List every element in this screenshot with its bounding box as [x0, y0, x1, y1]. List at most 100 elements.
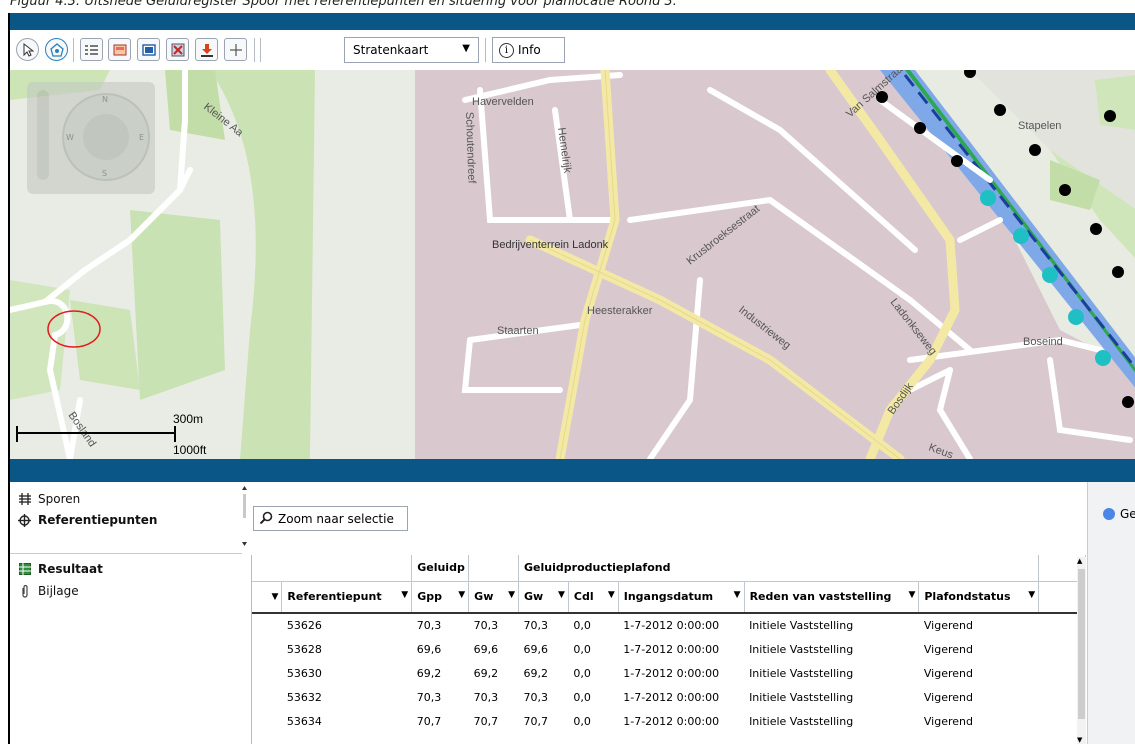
map-type-value: Stratenkaart — [353, 43, 429, 57]
chevron-down-icon: ▼ — [462, 43, 470, 54]
map-point[interactable] — [951, 155, 963, 167]
map-point[interactable] — [1112, 266, 1124, 278]
scroll-thumb[interactable] — [1078, 569, 1085, 719]
map-label-bedrijventerrein: Bedrijventerrein Ladonk — [492, 239, 609, 251]
column-header-referentiepunt[interactable]: Referentiepunt ▼ — [281, 581, 413, 614]
table-row[interactable]: 53634 70,7 70,7 70,7 0,0 1-7-2012 0:00:00 Init… — [252, 709, 1086, 733]
track-icon — [18, 493, 31, 506]
map-layers-icon[interactable] — [108, 38, 131, 61]
table-scrollbar[interactable]: ▲ ▼ — [1077, 557, 1086, 744]
tab-bijlage-label: Bijlage — [38, 584, 79, 598]
crosshair-icon — [18, 513, 31, 527]
tab-resultaat[interactable]: Resultaat — [18, 562, 103, 576]
svg-text:S: S — [102, 169, 107, 178]
results-table-container: Geluidp Geluidproductieplafond ▼ Referen… — [251, 555, 1086, 744]
svg-text:E: E — [139, 133, 144, 142]
map-label-schoutendreef: Schoutendreef — [463, 112, 478, 185]
svg-text:W: W — [66, 133, 74, 142]
filter-icon[interactable]: ▼ — [458, 590, 465, 600]
column-header-gw-plafond[interactable]: Gw ▼ — [518, 581, 569, 614]
info-label: Info — [518, 43, 541, 57]
column-header-cdl[interactable]: Cdl ▼ — [568, 581, 619, 614]
map-point[interactable] — [914, 122, 926, 134]
layer-item-sporen[interactable]: Sporen — [18, 492, 80, 506]
geluidregister-window: Stratenkaart ▼ i Info Havervelden Schout… — [8, 13, 1135, 744]
filter-icon[interactable]: ▼ — [608, 590, 615, 600]
identify-icon[interactable] — [45, 38, 68, 61]
filter-icon[interactable]: ▼ — [908, 590, 915, 600]
legend-dot-icon — [1103, 508, 1115, 520]
toolbar-separator — [260, 38, 261, 62]
measure-icon[interactable] — [224, 38, 247, 61]
reference-point[interactable] — [1042, 267, 1058, 283]
scroll-up-icon[interactable]: ▲ — [1077, 557, 1082, 565]
table-row[interactable]: 53632 70,3 70,3 70,3 0,0 1-7-2012 0:00:00 Init… — [252, 685, 1086, 709]
table-group-header-row: Geluidp Geluidproductieplafond — [252, 555, 1086, 582]
layer-list-scrollbar[interactable] — [242, 482, 247, 552]
map-point[interactable] — [1122, 396, 1134, 408]
svg-text:N: N — [102, 95, 108, 104]
info-button[interactable]: i Info — [492, 37, 565, 63]
column-header-reden[interactable]: Reden van vaststelling ▼ — [744, 581, 920, 614]
table-row[interactable]: 53630 69,2 69,2 69,2 0,0 1-7-2012 0:00:00 Init… — [252, 661, 1086, 685]
results-panel: Sporen Referentiepunten Resultaat Bijlag… — [10, 482, 1135, 744]
map-point[interactable] — [876, 91, 888, 103]
map-point[interactable] — [1090, 223, 1102, 235]
map-label-staarten: Staarten — [497, 325, 539, 337]
scroll-down-icon[interactable]: ▼ — [1077, 736, 1082, 744]
title-bar — [10, 13, 1135, 30]
toolbar-separator — [73, 38, 74, 62]
group-header-blank — [468, 555, 520, 582]
map-point[interactable] — [994, 104, 1006, 116]
layer-list: Sporen Referentiepunten Resultaat Bijlag… — [10, 482, 247, 744]
column-header-plafondstatus[interactable]: Plafondstatus ▼ — [918, 581, 1040, 614]
toolbar-separator — [254, 38, 255, 62]
map-point[interactable] — [1029, 144, 1041, 156]
reference-point[interactable] — [980, 190, 996, 206]
reference-point[interactable] — [1013, 228, 1029, 244]
layer-list-divider — [10, 553, 242, 554]
zoom-to-selection-button[interactable]: Zoom naar selectie — [253, 506, 408, 531]
tab-resultaat-label: Resultaat — [38, 562, 103, 576]
window-icon[interactable] — [137, 38, 160, 61]
map-point[interactable] — [1059, 184, 1071, 196]
column-header-ingangsdatum[interactable]: Ingangsdatum ▼ — [618, 581, 745, 614]
download-icon[interactable] — [195, 38, 218, 61]
map-type-select[interactable]: Stratenkaart ▼ — [344, 37, 479, 63]
filter-icon[interactable]: ▼ — [1028, 590, 1035, 600]
table-header-row: ▼ Referentiepunt ▼ Gpp ▼ Gw ▼ Gw ▼ Cdl ▼ Inga… — [252, 581, 1086, 614]
filter-icon[interactable]: ▼ — [508, 590, 515, 600]
scale-metric-label: 300m — [173, 412, 203, 426]
filter-icon[interactable]: ▼ — [271, 592, 278, 602]
filter-icon[interactable]: ▼ — [401, 590, 408, 600]
map-label-stapelen: Stapelen — [1018, 120, 1061, 132]
filter-icon[interactable]: ▼ — [734, 590, 741, 600]
cursor-icon[interactable] — [16, 38, 39, 61]
toolbar: Stratenkaart ▼ i Info — [10, 30, 1135, 70]
reference-point[interactable] — [1068, 309, 1084, 325]
group-header-blank — [252, 555, 413, 582]
clear-selection-icon[interactable] — [166, 38, 189, 61]
legend-item: Ge — [1103, 507, 1135, 521]
tab-bijlage[interactable]: Bijlage — [18, 584, 79, 598]
list-icon[interactable] — [80, 38, 103, 61]
reference-point[interactable] — [1095, 350, 1111, 366]
table-icon — [18, 563, 31, 576]
panel-divider-bar — [10, 459, 1135, 482]
table-row[interactable]: 53626 70,3 70,3 70,3 0,0 1-7-2012 0:00:00 Init… — [252, 613, 1086, 637]
zoom-to-selection-label: Zoom naar selectie — [278, 511, 394, 526]
map-point[interactable] — [1104, 110, 1116, 122]
map-view[interactable]: Havervelden Schoutendreef Kleine Aa Heme… — [10, 70, 1135, 459]
filter-icon[interactable]: ▼ — [558, 590, 565, 600]
row-filter-header[interactable]: ▼ — [252, 581, 283, 614]
scale-imperial-label: 1000ft — [173, 443, 207, 457]
layer-item-referentiepunten[interactable]: Referentiepunten — [18, 513, 157, 527]
column-header-gpp[interactable]: Gpp ▼ — [411, 581, 470, 614]
map-navigation-control[interactable]: N E S W — [27, 82, 155, 194]
table-row[interactable]: 53628 69,6 69,6 69,6 0,0 1-7-2012 0:00:00 Init… — [252, 637, 1086, 661]
layer-label-sporen: Sporen — [38, 492, 81, 506]
results-table: Geluidp Geluidproductieplafond ▼ Referen… — [252, 555, 1086, 733]
toolbar-separator — [485, 38, 486, 62]
group-header-geluidproductieplafond: Geluidproductieplafond — [518, 555, 1040, 582]
column-header-gw[interactable]: Gw ▼ — [468, 581, 520, 614]
